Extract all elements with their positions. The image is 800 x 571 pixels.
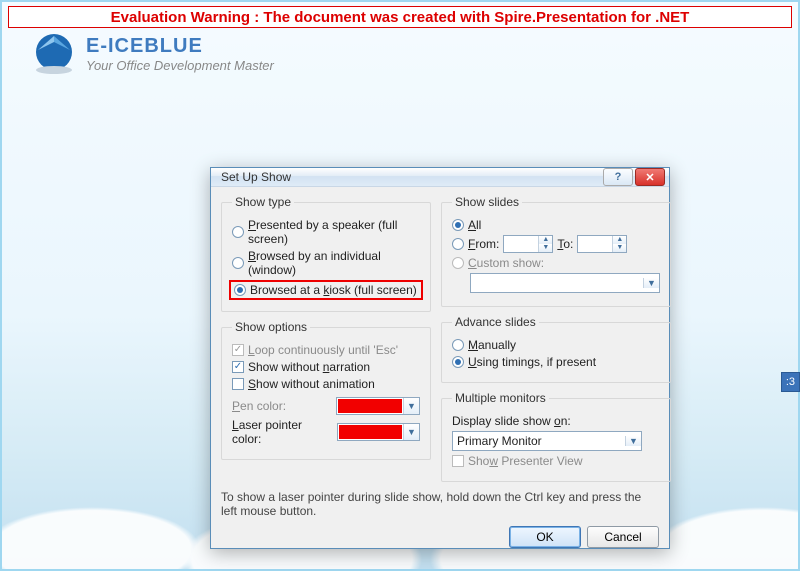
monitor-combo[interactable]: Primary Monitor▼ (452, 431, 642, 451)
brand-name: E-ICEBLUE (86, 35, 274, 58)
radio-browsed-kiosk[interactable]: Browsed at a kiosk (full screen) (229, 280, 423, 300)
laser-color-label: Laser pointer color: (232, 418, 333, 446)
custom-show-combo: ▼ (470, 273, 660, 293)
dialog-title: Set Up Show (221, 170, 601, 184)
show-type-legend: Show type (232, 195, 294, 209)
show-options-legend: Show options (232, 320, 310, 334)
dialog-titlebar[interactable]: Set Up Show ? ✕ (211, 168, 669, 187)
side-tag: :3 (781, 372, 800, 392)
show-options-group: Show options Loop continuously until 'Es… (221, 320, 431, 460)
show-slides-group: Show slides All From: ▲▼ To: ▲▼ Cu (441, 195, 671, 307)
footer-note: To show a laser pointer during slide sho… (221, 490, 659, 518)
evaluation-warning: Evaluation Warning : The document was cr… (8, 6, 792, 28)
radio-using-timings[interactable]: Using timings, if present (452, 355, 660, 369)
radio-manually[interactable]: Manually (452, 338, 660, 352)
from-spinner[interactable]: ▲▼ (503, 235, 553, 253)
display-on-label: Display slide show on: (452, 414, 660, 428)
setup-show-dialog: Set Up Show ? ✕ Show type Presented by a… (210, 167, 670, 549)
ok-button[interactable]: OK (509, 526, 581, 548)
show-type-group: Show type Presented by a speaker (full s… (221, 195, 431, 312)
chevron-down-icon: ▼ (643, 278, 659, 288)
check-loop: Loop continuously until 'Esc' (232, 343, 420, 357)
help-button[interactable]: ? (603, 168, 633, 186)
close-button[interactable]: ✕ (635, 168, 665, 186)
brand-block: E-ICEBLUE Your Office Development Master (32, 32, 274, 76)
multiple-monitors-group: Multiple monitors Display slide show on:… (441, 391, 671, 482)
check-no-animation[interactable]: Show without animation (232, 377, 420, 391)
pen-color-picker[interactable]: ▼ (336, 397, 420, 415)
radio-all-slides[interactable]: All (452, 218, 660, 232)
to-label: To: (557, 237, 573, 251)
check-presenter-view: Show Presenter View (452, 454, 660, 468)
chevron-down-icon[interactable]: ▼ (403, 398, 419, 414)
chevron-down-icon[interactable]: ▼ (403, 424, 419, 440)
check-no-narration[interactable]: Show without narration (232, 360, 420, 374)
show-slides-legend: Show slides (452, 195, 522, 209)
from-label: From: (468, 237, 499, 251)
radio-presented-speaker[interactable]: Presented by a speaker (full screen) (232, 218, 420, 246)
radio-custom-show: Custom show: (452, 256, 660, 270)
chevron-down-icon[interactable]: ▼ (625, 436, 641, 446)
cancel-button[interactable]: Cancel (587, 526, 659, 548)
advance-legend: Advance slides (452, 315, 539, 329)
advance-slides-group: Advance slides Manually Using timings, i… (441, 315, 671, 383)
pen-color-label: Pen color: (232, 399, 332, 413)
radio-from-slides[interactable] (452, 238, 464, 250)
laser-color-picker[interactable]: ▼ (337, 423, 420, 441)
radio-browsed-individual[interactable]: Browsed by an individual (window) (232, 249, 420, 277)
to-spinner[interactable]: ▲▼ (577, 235, 627, 253)
brand-logo-icon (32, 32, 76, 76)
monitors-legend: Multiple monitors (452, 391, 549, 405)
brand-tagline: Your Office Development Master (86, 58, 274, 73)
